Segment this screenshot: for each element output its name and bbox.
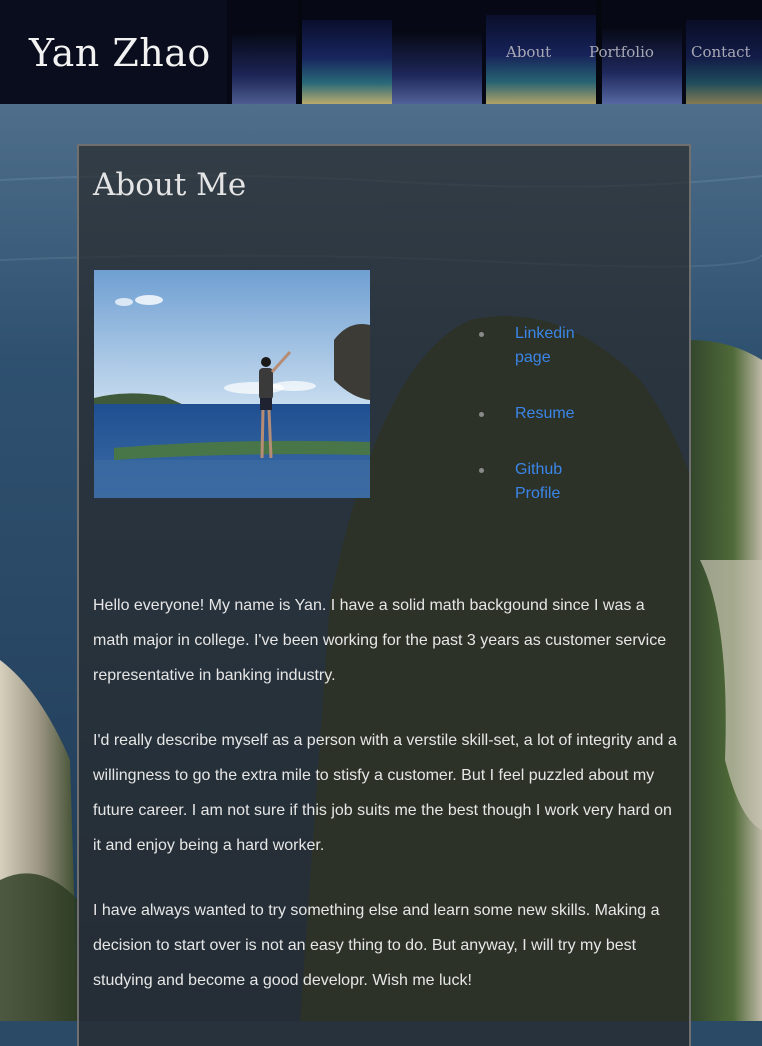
site-header: Yan Zhao About Portfolio Contact	[0, 0, 762, 104]
bullet-icon	[479, 412, 484, 417]
about-heading: About Me	[93, 167, 247, 203]
github-link[interactable]: Github Profile	[515, 458, 595, 506]
bullet-icon	[479, 468, 484, 473]
bio-paragraph: I'd really describe myself as a person w…	[93, 732, 677, 854]
profile-photo	[94, 270, 370, 498]
nav-about[interactable]: About	[506, 40, 551, 64]
resume-link[interactable]: Resume	[515, 402, 595, 426]
about-card: About Me Linkedin page Resume Github Pro…	[77, 144, 691, 1046]
bullet-icon	[479, 332, 484, 337]
bio-paragraph: I have always wanted to try something el…	[93, 902, 660, 989]
nav-contact[interactable]: Contact	[691, 40, 751, 64]
linkedin-link[interactable]: Linkedin page	[515, 322, 595, 370]
nav-portfolio[interactable]: Portfolio	[589, 40, 654, 64]
main-nav: About Portfolio Contact	[0, 40, 762, 64]
bio-text: Hello everyone! My name is Yan. I have a…	[93, 588, 679, 1028]
bio-paragraph: Hello everyone! My name is Yan. I have a…	[93, 597, 667, 684]
